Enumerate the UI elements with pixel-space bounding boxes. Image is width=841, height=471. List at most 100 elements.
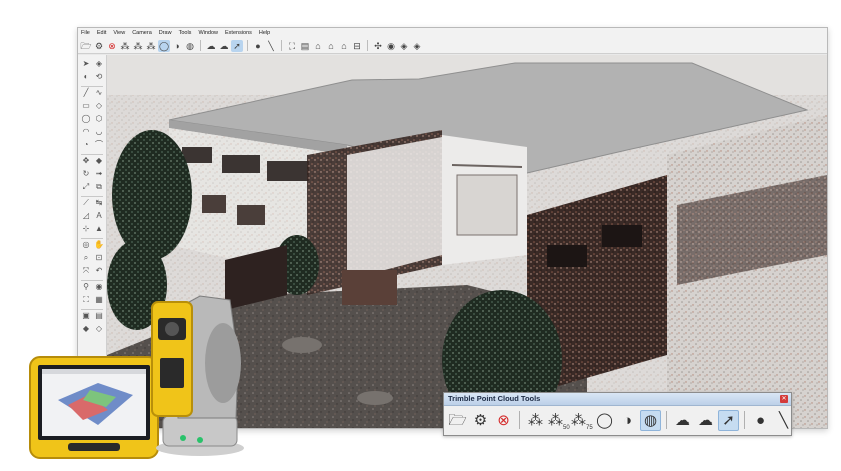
contrast-icon[interactable]: ◑ [617, 410, 638, 431]
warehouse-icon[interactable]: ▣ [81, 311, 91, 321]
layout-icon[interactable]: ◇ [94, 324, 104, 334]
menu-extensions[interactable]: Extensions [225, 28, 252, 38]
pushpull-icon[interactable]: ◆ [94, 156, 104, 166]
toolbar-separator [367, 40, 368, 51]
menu-window[interactable]: Window [198, 28, 218, 38]
zoom-window-icon[interactable]: ⊡ [94, 253, 104, 263]
menu-view[interactable]: View [113, 28, 125, 38]
scene-icon-3[interactable]: ⌂ [325, 40, 337, 52]
hatch-circle-icon[interactable]: ◍ [640, 409, 661, 431]
point-icon[interactable]: ● [252, 40, 264, 52]
point-cloud-75-icon[interactable]: ⁂ [145, 40, 157, 52]
point-icon[interactable]: ● [750, 410, 771, 431]
menu-bar: File Edit View Camera Draw Tools Window Extensi… [78, 28, 827, 38]
scene-icon-4[interactable]: ⌂ [338, 40, 350, 52]
axes-icon[interactable]: ✣ [372, 40, 384, 52]
sidebar-separator [81, 86, 103, 87]
arc-icon[interactable]: ◠ [81, 127, 91, 137]
scene-icon-2[interactable]: ▤ [299, 40, 311, 52]
freehand-icon[interactable]: ∿ [94, 88, 104, 98]
line-icon[interactable]: ╲ [265, 40, 277, 52]
contrast-icon[interactable]: ◑ [171, 40, 183, 52]
position-camera-icon[interactable]: ⚲ [81, 282, 91, 292]
scene-icon-1[interactable]: ⛶ [286, 40, 298, 52]
panel-title: Trimble Point Cloud Tools [448, 394, 541, 403]
open-folder-icon[interactable]: 🗁 [80, 40, 92, 52]
eraser-icon[interactable]: ◈ [94, 59, 104, 69]
polygon-icon[interactable]: ⬡ [94, 114, 104, 124]
point-cloud-50-icon[interactable]: ⁂50 [548, 410, 570, 431]
cursor-cloud-icon[interactable]: ➚ [231, 39, 243, 52]
point-cloud-75-icon[interactable]: ⁂75 [571, 410, 593, 431]
menu-edit[interactable]: Edit [97, 28, 106, 38]
point-cloud-icon[interactable]: ⁂ [525, 410, 546, 431]
orbit-icon[interactable]: ◎ [81, 240, 91, 250]
cloud-down-icon[interactable]: ☁ [672, 410, 693, 431]
trimble-scanner-device [151, 295, 244, 456]
panel-title-bar[interactable]: Trimble Point Cloud Tools ✕ [444, 393, 791, 406]
pie-icon[interactable]: ◔ [81, 140, 91, 150]
arc3-icon[interactable]: ⌒ [94, 140, 104, 150]
close-circle-icon[interactable]: ⊗ [106, 40, 118, 52]
cloud-down-icon[interactable]: ☁ [205, 40, 217, 52]
point-cloud-75-label: 75 [586, 424, 593, 431]
rectangle-icon[interactable]: ▭ [81, 101, 91, 111]
menu-file[interactable]: File [81, 28, 90, 38]
menu-help[interactable]: Help [259, 28, 270, 38]
home-icon[interactable]: ⌂ [312, 40, 324, 52]
rotated-rect-icon[interactable]: ◇ [94, 101, 104, 111]
move-icon[interactable]: ✥ [81, 156, 91, 166]
settings-icon[interactable]: ⚙ [470, 410, 491, 431]
circle-icon[interactable]: ◯ [81, 114, 91, 124]
scene-icon-5[interactable]: ⊟ [351, 40, 363, 52]
text-tool-icon[interactable]: A [94, 211, 104, 221]
ruby-icon[interactable]: ◆ [81, 324, 91, 334]
panel-separator [744, 411, 745, 429]
globe-icon[interactable]: ◉ [385, 40, 397, 52]
axes-tool-icon[interactable]: ⊹ [81, 224, 91, 234]
menu-tools[interactable]: Tools [179, 28, 192, 38]
extension-icon[interactable]: ▤ [94, 311, 104, 321]
dimension-icon[interactable]: ↹ [94, 198, 104, 208]
line-icon[interactable]: ╲ [773, 410, 794, 431]
toolbar-separator [281, 40, 282, 51]
tape-icon[interactable]: ⟲ [94, 72, 104, 82]
drop-icon[interactable]: ◯ [594, 410, 615, 431]
point-cloud-icon[interactable]: ⁂ [119, 40, 131, 52]
sidebar-separator [81, 309, 103, 310]
cloud-up-icon[interactable]: ☁ [218, 40, 230, 52]
line-tool-icon[interactable]: ╱ [81, 88, 91, 98]
open-folder-icon[interactable]: 🗁 [447, 410, 468, 431]
zoom-extents-icon[interactable]: ⤧ [81, 266, 91, 276]
protractor-icon[interactable]: ◿ [81, 211, 91, 221]
tape-measure-icon[interactable]: ⟋ [81, 198, 91, 208]
settings-icon[interactable]: ⚙ [93, 40, 105, 52]
drop-icon[interactable]: ◯ [158, 39, 170, 52]
scale-icon[interactable]: ⤢ [81, 182, 91, 192]
walk-icon[interactable]: ⛶ [81, 295, 91, 305]
arc2-icon[interactable]: ◡ [94, 127, 104, 137]
point-cloud-50-icon[interactable]: ⁂ [132, 40, 144, 52]
geo-icon[interactable]: ◈ [411, 40, 423, 52]
point-cloud-tools-panel[interactable]: Trimble Point Cloud Tools ✕ 🗁 ⚙ ⊗ ⁂ ⁂50 ⁂75 ◯ ◑… [443, 392, 792, 436]
close-icon[interactable]: ✕ [780, 395, 788, 403]
followme-icon[interactable]: ➟ [94, 169, 104, 179]
model-icon[interactable]: ◈ [398, 40, 410, 52]
3d-text-icon[interactable]: ▲ [94, 224, 104, 234]
menu-draw[interactable]: Draw [159, 28, 172, 38]
pan-icon[interactable]: ✋ [94, 240, 104, 250]
menu-camera[interactable]: Camera [132, 28, 152, 38]
paint-bucket-icon[interactable]: ◐ [81, 72, 91, 82]
close-circle-icon[interactable]: ⊗ [493, 410, 514, 431]
cloud-up-icon[interactable]: ☁ [695, 410, 716, 431]
toolbar-separator [200, 40, 201, 51]
section-icon[interactable]: ▦ [94, 295, 104, 305]
hatch-circle-icon[interactable]: ◍ [184, 40, 196, 52]
offset-icon[interactable]: ⧉ [94, 182, 104, 192]
rotate-icon[interactable]: ↻ [81, 169, 91, 179]
cursor-cloud-icon[interactable]: ➚ [718, 409, 739, 431]
previous-view-icon[interactable]: ↶ [94, 266, 104, 276]
select-arrow-icon[interactable]: ➤ [81, 59, 91, 69]
zoom-icon[interactable]: ⌕ [81, 253, 91, 263]
lookaround-icon[interactable]: ◉ [94, 282, 104, 292]
